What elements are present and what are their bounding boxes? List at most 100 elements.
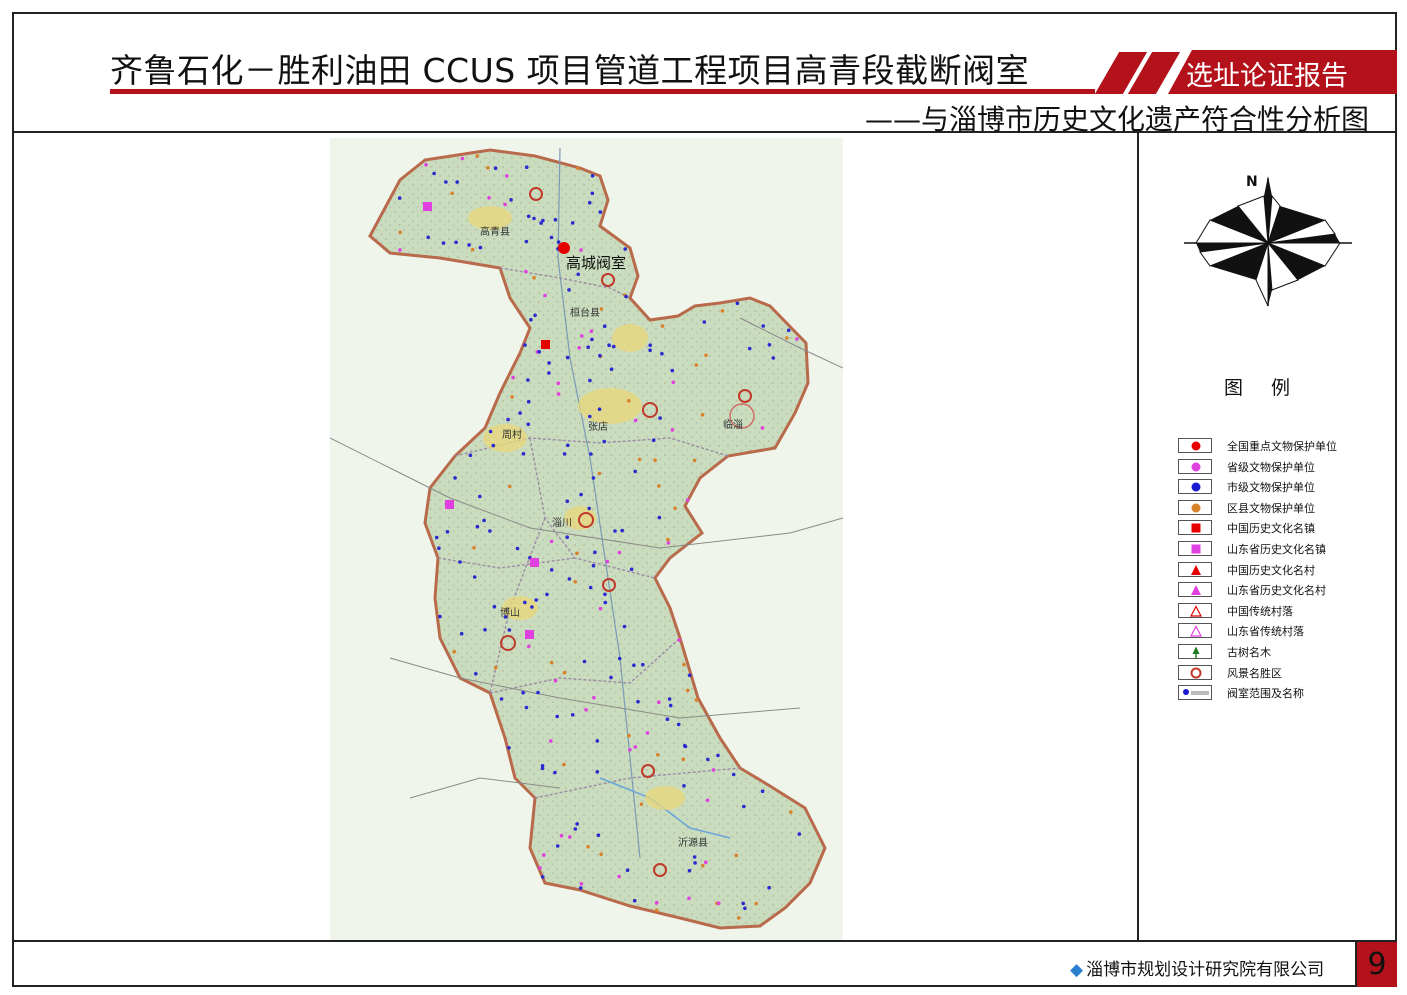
heritage-site-dot (573, 580, 578, 584)
legend-label: 风景名胜区 (1227, 666, 1282, 680)
heritage-site-dot (398, 230, 402, 235)
legend-item: 阀室范围及名称 (1178, 684, 1378, 705)
heritage-site-dot (694, 363, 699, 367)
legend-item: 区县文物保护单位 (1178, 499, 1378, 520)
company-name: ◆ 淄博市规划设计研究院有限公司 (1070, 955, 1324, 980)
heritage-site-dot (460, 156, 465, 161)
heritage-site-dot (617, 656, 622, 661)
heritage-site-dot (478, 494, 482, 499)
heritage-site-dot (701, 863, 705, 868)
heritage-site-dot (667, 697, 672, 701)
heritage-site-dot (553, 217, 558, 222)
footer-divider (12, 940, 1397, 942)
legend-item: 中国历史文化名镇 (1178, 519, 1378, 540)
heritage-site-dot (444, 180, 448, 184)
heritage-site-dot (555, 714, 559, 719)
heritage-site-dot (527, 644, 531, 649)
heritage-site-dot (617, 874, 621, 879)
heritage-site-dot (716, 753, 720, 758)
heritage-site-dot (786, 328, 791, 333)
heritage-site-dot (747, 346, 752, 351)
heritage-site-dot (665, 717, 670, 721)
heritage-site-dot (599, 852, 603, 856)
triangle-outline-symbol-icon (1178, 623, 1212, 639)
heritage-site-dot (515, 546, 520, 551)
heritage-site-dot (523, 343, 527, 347)
heritage-site-dot (735, 301, 740, 306)
heritage-site-dot (450, 191, 454, 196)
valve-station-marker (558, 242, 570, 254)
heritage-site-dot (670, 368, 675, 373)
heritage-site-dot (553, 678, 558, 683)
legend-label: 古树名木 (1227, 645, 1271, 659)
heritage-site-dot (633, 418, 638, 423)
heritage-site-dot (673, 506, 677, 511)
heritage-site-dot (426, 235, 430, 240)
heritage-site-dot (432, 171, 436, 176)
heritage-site-dot (603, 600, 608, 605)
compass-rose-icon: N (1184, 174, 1352, 307)
heritage-site-dot (434, 535, 439, 540)
heritage-site-dot (584, 708, 588, 712)
heritage-site-dot (645, 731, 650, 735)
heritage-site-dot (595, 739, 600, 743)
historic-town-national (541, 340, 550, 349)
heritage-site-dot (651, 438, 656, 443)
heritage-site-dot (486, 166, 490, 170)
heritage-site-dot (506, 417, 510, 422)
heritage-site-dot (590, 191, 595, 196)
heritage-site-dot (603, 592, 607, 597)
heritage-site-dot (541, 875, 545, 879)
north-label: N (1246, 174, 1258, 190)
heritage-site-dot (589, 329, 594, 333)
heritage-site-dot (526, 378, 530, 382)
heritage-site-dot (587, 506, 591, 511)
legend-label: 山东省传统村落 (1227, 625, 1304, 639)
heritage-site-dot (693, 861, 697, 865)
heritage-site-dot (683, 743, 687, 748)
title-underline (110, 89, 1095, 94)
legend-item: 中国传统村落 (1178, 602, 1378, 623)
heritage-site-dot (629, 567, 634, 572)
heritage-site-dot (452, 649, 456, 654)
legend-title: 图例 (1224, 377, 1319, 399)
heritage-site-dot (694, 698, 699, 702)
heritage-site-dot (472, 575, 477, 579)
heritage-site-dot (593, 550, 597, 555)
heritage-site-dot (468, 453, 473, 458)
heritage-site-dot (576, 272, 580, 277)
heritage-site-dot (562, 762, 566, 767)
heritage-site-dot (441, 241, 446, 245)
heritage-site-dot (532, 216, 536, 221)
heritage-site-dot (632, 898, 637, 903)
legend-label: 市级文物保护单位 (1227, 481, 1315, 495)
heritage-site-dot (499, 697, 504, 701)
heritage-site-dot (589, 452, 593, 456)
heritage-site-dot (687, 896, 691, 901)
heritage-site-dot (505, 174, 509, 178)
heritage-site-dot (797, 832, 802, 836)
legend-label: 区县文物保护单位 (1227, 501, 1315, 515)
heritage-site-dot (641, 662, 645, 667)
heritage-site-dot (785, 336, 789, 340)
heritage-site-dot (588, 378, 592, 383)
site-symbol-icon (1178, 685, 1212, 701)
heritage-site-dot (598, 353, 602, 358)
legend-divider (1137, 133, 1139, 940)
heritage-site-dot (549, 660, 554, 665)
heritage-site-dot (454, 240, 458, 245)
heritage-site-dot (575, 551, 579, 556)
heritage-site-dot (567, 288, 571, 292)
heritage-site-dot (620, 528, 624, 533)
heritage-site-dot (596, 833, 601, 837)
heritage-site-dot (706, 757, 710, 762)
heritage-site-dot (685, 688, 690, 693)
heritage-site-dot (562, 670, 567, 675)
legend-item: 中国历史文化名村 (1178, 561, 1378, 582)
legend-item: 山东省传统村落 (1178, 622, 1378, 643)
circle-symbol-icon (1178, 458, 1212, 474)
heritage-site-dot (553, 770, 557, 775)
heritage-site-dot (565, 355, 570, 360)
heritage-site-dot (579, 882, 584, 886)
circle-symbol-icon (1178, 438, 1212, 453)
